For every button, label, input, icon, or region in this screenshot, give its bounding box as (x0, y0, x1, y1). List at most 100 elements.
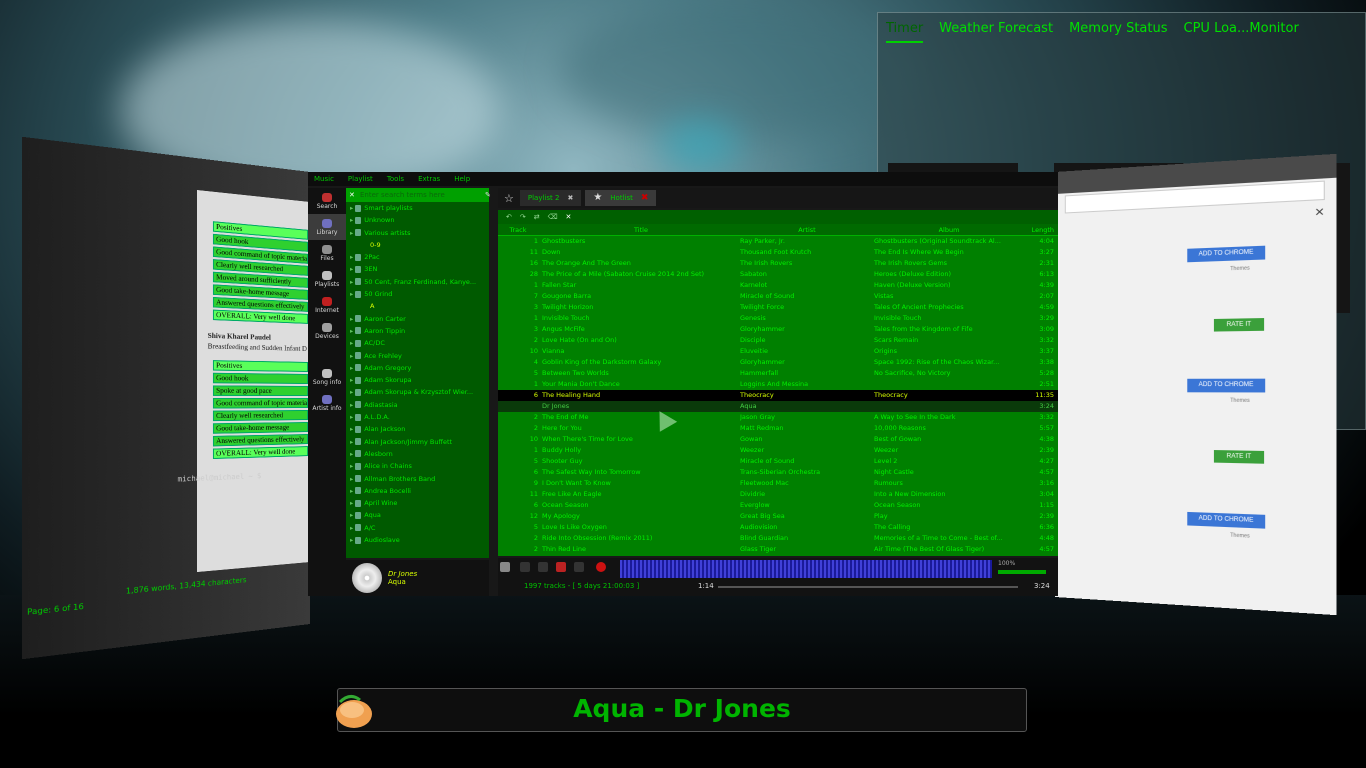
playlist-row[interactable]: 1 Fallen Star Karnelot Haven (Deluxe Versio… (498, 280, 1058, 291)
library-item[interactable]: ▸ Aaron Tippin (346, 325, 489, 337)
expand-arrow-icon[interactable]: ▸ (350, 278, 353, 286)
playlist-row[interactable]: 11 Down Thousand Foot Krutch The End Is Whe… (498, 247, 1058, 258)
close-icon[interactable]: ✖ (641, 190, 649, 206)
playlist-row[interactable]: 2 Thin Red Line Glass Tiger Air Time (The B… (498, 544, 1058, 555)
library-item[interactable]: ▸ Ace Frehley (346, 350, 489, 362)
next-icon[interactable] (574, 562, 584, 572)
menu-tools[interactable]: Tools (387, 175, 404, 183)
library-item[interactable]: ▸ April Wine (346, 497, 489, 509)
expand-arrow-icon[interactable]: ▸ (350, 524, 353, 532)
playlist-row[interactable]: 12 My Apology Great Big Sea Play 2:39 (498, 511, 1058, 522)
redo-icon[interactable]: ↷ (520, 213, 526, 221)
expand-arrow-icon[interactable]: ▸ (350, 265, 353, 273)
seek-slider[interactable] (718, 586, 1018, 588)
playlist-row[interactable]: 5 Love Is Like Oxygen Audiovision The Calli… (498, 522, 1058, 533)
tab-cpu-loa-monitor[interactable]: CPU Loa...Monitor (1184, 21, 1299, 43)
playlist-row[interactable]: 7 Gougone Barra Miracle of Sound Vistas 2:07 (498, 291, 1058, 302)
playlist-row[interactable]: 2 Love Hate (On and On) Disciple Scars Rema… (498, 335, 1058, 346)
library-item[interactable]: ▸ A/C (346, 522, 489, 534)
playlist-row[interactable]: 6 The Safest Way Into Tomorrow Trans-Siber… (498, 467, 1058, 478)
column-title[interactable]: Title (542, 224, 740, 235)
column-album[interactable]: Album (874, 224, 1024, 235)
expand-arrow-icon[interactable]: ▸ (350, 388, 353, 396)
expand-arrow-icon[interactable]: ▸ (350, 327, 353, 335)
library-item[interactable]: ▸ Aqua (346, 509, 489, 521)
sidebar-item-files[interactable]: Files (308, 240, 346, 266)
sidebar-item-song-info[interactable]: Song info (308, 364, 346, 390)
expand-arrow-icon[interactable]: ▸ (350, 339, 353, 347)
expand-arrow-icon[interactable]: ▸ (350, 364, 353, 372)
volume-slider[interactable] (998, 570, 1046, 574)
library-item[interactable]: ▸ 50 Grind (346, 288, 489, 300)
library-item[interactable]: ▸ Alesborn (346, 448, 489, 460)
playlist-row[interactable]: 11 Free Like An Eagle Dividrie Into a New D… (498, 489, 1058, 500)
library-item[interactable]: ▸ Allman Brothers Band (346, 473, 489, 485)
expand-arrow-icon[interactable]: ▸ (350, 499, 353, 507)
playlist-row[interactable]: 2 Here for You Matt Redman 10,000 Reasons 5:… (498, 423, 1058, 434)
expand-arrow-icon[interactable]: ▸ (350, 413, 353, 421)
playlist-row[interactable]: 3 Angus McFife Gloryhammer Tales from the K… (498, 324, 1058, 335)
expand-arrow-icon[interactable]: ▸ (350, 475, 353, 483)
rate-it-button[interactable]: RATE IT (1213, 450, 1265, 464)
library-item[interactable]: ▸ 3EN (346, 263, 489, 275)
clementine-window[interactable]: Music Playlist Tools Extras Help Search Libra… (308, 172, 1058, 596)
library-item[interactable]: ▸ 2Pac (346, 251, 489, 263)
sidebar-item-library[interactable]: Library (308, 214, 346, 240)
expand-arrow-icon[interactable]: ▸ (350, 229, 353, 237)
undo-icon[interactable]: ↶ (506, 213, 512, 221)
tab-playlist-2[interactable]: Playlist 2 ✖ (519, 190, 582, 206)
sidebar-item-internet[interactable]: Internet (308, 292, 346, 318)
expand-arrow-icon[interactable]: ▸ (350, 216, 353, 224)
playlist-row[interactable]: 6 Ocean Season Everglow Ocean Season 1:15 (498, 500, 1058, 511)
column-artist[interactable]: Artist (740, 224, 874, 235)
library-search-input[interactable]: ✕ Enter search terms here ✎ (346, 188, 491, 202)
close-icon[interactable]: ✖ (567, 190, 573, 206)
expand-arrow-icon[interactable]: ▸ (350, 487, 353, 495)
playlist-row[interactable]: 5 Shooter Guy Miracle of Sound Level 2 4:27 (498, 456, 1058, 467)
playlist-row[interactable]: 9 I Don't Want To Know Fleetwood Mac Rumour… (498, 478, 1058, 489)
menu-playlist[interactable]: Playlist (348, 175, 373, 183)
playlist-row[interactable]: 5 Between Two Worlds Hammerfall No Sacrific… (498, 368, 1058, 379)
shuffle-icon[interactable]: ⇄ (534, 213, 540, 221)
playlist-row[interactable]: 2 The End of Me Jason Gray A Way to See In … (498, 412, 1058, 423)
add-to-chrome-button[interactable]: ADD TO CHROME (1187, 378, 1266, 393)
expand-arrow-icon[interactable]: ▸ (350, 204, 353, 212)
settings-icon[interactable]: ✎ (485, 188, 491, 202)
library-item[interactable]: ▸ Aaron Carter (346, 313, 489, 325)
library-item[interactable]: ▸ Alan Jackson/Jimmy Buffett (346, 436, 489, 448)
library-item[interactable]: ▸ Andrea Bocelli (346, 485, 489, 497)
expand-arrow-icon[interactable]: ▸ (350, 253, 353, 261)
library-item[interactable]: ▸ Adam Gregory (346, 362, 489, 374)
library-item[interactable]: ▸ Alan Jackson (346, 423, 489, 435)
playlist-row[interactable]: 1 Invisible Touch Genesis Invisible Touch 3:… (498, 313, 1058, 324)
expand-arrow-icon[interactable]: ▸ (350, 462, 353, 470)
expand-arrow-icon[interactable]: ▸ (350, 536, 353, 544)
playlist-row[interactable]: 1 Buddy Holly Weezer Weezer 2:39 (498, 445, 1058, 456)
sidebar-item-search[interactable]: Search (308, 188, 346, 214)
star-icon[interactable]: ☆ (504, 192, 514, 205)
library-item[interactable]: ▸ A.L.D.A. (346, 411, 489, 423)
sidebar-item-artist-info[interactable]: Artist info (308, 390, 346, 416)
expand-arrow-icon[interactable]: ▸ (350, 401, 353, 409)
playlist-row[interactable]: 16 The Orange And The Green The Irish Rove… (498, 258, 1058, 269)
playlist-icon[interactable] (500, 562, 510, 572)
column-track[interactable]: Track (498, 224, 542, 235)
document-window[interactable]: Positives Good hook Good command of topic … (21, 136, 318, 660)
library-item[interactable]: ▸ Adam Skorupa & Krzysztof Wier... (346, 386, 489, 398)
sidebar-item-devices[interactable]: Devices (308, 318, 346, 344)
library-item[interactable]: ▸ Adam Skorupa (346, 374, 489, 386)
pause-icon[interactable] (538, 562, 548, 572)
library-item[interactable]: ▸ 50 Cent, Franz Ferdinand, Kanye... (346, 276, 489, 288)
expand-arrow-icon[interactable]: ▸ (350, 376, 353, 384)
playlist-row[interactable]: 10 When There's Time for Love Gowan Best of… (498, 434, 1058, 445)
menu-help[interactable]: Help (454, 175, 470, 183)
add-to-chrome-button[interactable]: ADD TO CHROME (1187, 511, 1266, 529)
love-icon[interactable] (596, 562, 606, 572)
tab-hotlist[interactable]: ★ Hotlist ✖ (585, 190, 657, 206)
library-item[interactable]: ▸ Unknown (346, 214, 489, 226)
stop-icon[interactable] (556, 562, 566, 572)
close-icon[interactable]: × (1314, 204, 1325, 219)
add-to-chrome-button[interactable]: ADD TO CHROME (1187, 245, 1266, 263)
library-item[interactable]: ▸ Audioslave (346, 534, 489, 546)
prev-icon[interactable] (520, 562, 530, 572)
